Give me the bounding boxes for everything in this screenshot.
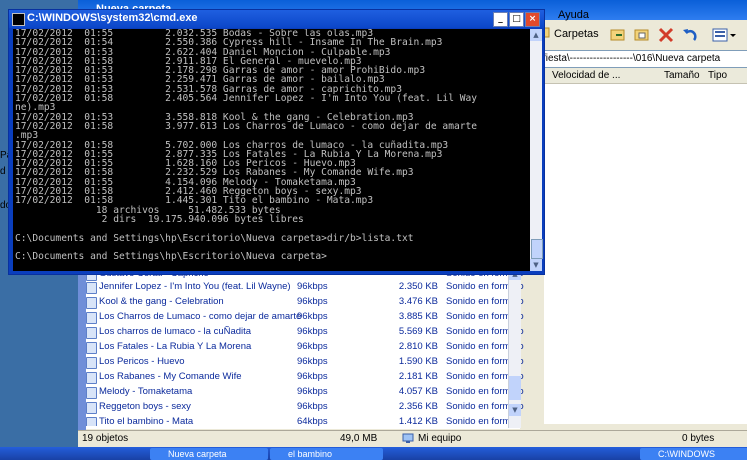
audio-file-icon <box>86 402 97 414</box>
scroll-thumb[interactable] <box>531 239 543 259</box>
toolbar-folders-label[interactable]: Carpetas <box>554 28 599 48</box>
column-tipo[interactable]: Tipo <box>708 70 727 81</box>
audio-file-icon <box>86 312 97 324</box>
address-bar[interactable]: fiesta\-------------------\016\Nueva car… <box>542 50 747 68</box>
cmd-title: C:\WINDOWS\system32\cmd.exe <box>27 12 198 24</box>
copy-to-icon[interactable] <box>632 25 652 45</box>
column-velocidad[interactable]: Velocidad de ... <box>552 70 620 81</box>
audio-file-icon <box>86 282 97 294</box>
list-item[interactable]: Tito el bambino - Mata 64kbps 1.412 KB S… <box>86 414 516 426</box>
views-icon[interactable] <box>710 25 738 45</box>
explorer-toolbar: Carpetas <box>538 22 747 48</box>
audio-file-icon <box>86 297 97 309</box>
column-tamano[interactable]: Tamaño <box>664 70 700 81</box>
console-output[interactable]: 17/02/2012 01:55 2.032.535 Bodas - Sobre… <box>13 29 530 271</box>
file-list-scrollbar[interactable]: ▲ ▼ <box>508 268 521 428</box>
right-list-area <box>544 84 747 424</box>
list-item[interactable]: Los Rabanes - My Comande Wife 96kbps 2.1… <box>86 369 524 385</box>
taskbar-item[interactable]: C:\WINDOWS <box>640 448 747 460</box>
cmd-window: C:\WINDOWS\system32\cmd.exe _ □ × 17/02/… <box>8 9 545 275</box>
status-location: Mi equipo <box>418 433 462 444</box>
computer-icon <box>402 433 414 447</box>
list-item[interactable]: Jennifer Lopez - I'm Into You (feat. Lil… <box>86 279 524 295</box>
audio-file-icon <box>86 327 97 339</box>
audio-file-icon <box>86 357 97 369</box>
audio-file-icon <box>86 387 97 399</box>
list-item[interactable]: Los Charros de Lumaco - como dejar de am… <box>86 309 524 325</box>
list-item[interactable]: Kool & the gang - Celebration 96kbps 3.4… <box>86 294 524 310</box>
taskbar-item[interactable]: el bambino <box>270 448 383 460</box>
audio-file-icon <box>86 372 97 384</box>
status-bar: 19 objetos 49,0 MB Mi equipo 0 bytes <box>78 430 747 447</box>
list-item[interactable]: Los Pericos - Huevo 96kbps 1.590 KB Soni… <box>86 354 524 370</box>
status-object-count: 19 objetos <box>82 433 129 444</box>
taskbar: Nueva carpeta el bambino C:\WINDOWS <box>0 447 747 460</box>
scroll-up-icon[interactable]: ▲ <box>530 29 542 41</box>
side-label: d <box>0 166 6 177</box>
scroll-thumb[interactable] <box>509 376 521 400</box>
list-item[interactable]: Los Fatales - La Rubia Y La Morena 96kbp… <box>86 339 524 355</box>
close-button[interactable]: × <box>525 12 540 27</box>
audio-file-icon <box>86 417 97 426</box>
cmd-title-bar[interactable]: C:\WINDOWS\system32\cmd.exe _ □ × <box>9 10 544 28</box>
list-item[interactable]: Melody - Tomaketama 96kbps 4.057 KB Soni… <box>86 384 524 400</box>
list-item[interactable]: Los charros de lumaco - la cuÑadita 96kb… <box>86 324 524 340</box>
menu-help[interactable]: Ayuda <box>558 9 589 21</box>
console-scrollbar[interactable]: ▲ ▼ <box>530 29 543 271</box>
console-text: 17/02/2012 01:55 2.032.535 Bodas - Sobre… <box>15 29 478 263</box>
move-to-icon[interactable] <box>608 25 628 45</box>
status-size: 49,0 MB <box>340 433 378 444</box>
scroll-down-icon[interactable]: ▼ <box>509 404 521 416</box>
status-right-size: 0 bytes <box>682 433 715 444</box>
scroll-down-icon[interactable]: ▼ <box>530 259 542 271</box>
column-header: Velocidad de ... Tamaño Tipo <box>544 68 747 84</box>
maximize-button[interactable]: □ <box>509 12 524 27</box>
undo-icon[interactable] <box>680 25 700 45</box>
minimize-button[interactable]: _ <box>493 12 508 27</box>
list-item[interactable]: Reggeton boys - sexy 96kbps 2.356 KB Son… <box>86 399 524 415</box>
taskbar-item[interactable]: Nueva carpeta <box>150 448 268 460</box>
delete-icon[interactable] <box>656 25 676 45</box>
audio-file-icon <box>86 342 97 354</box>
cmd-icon <box>12 13 25 26</box>
